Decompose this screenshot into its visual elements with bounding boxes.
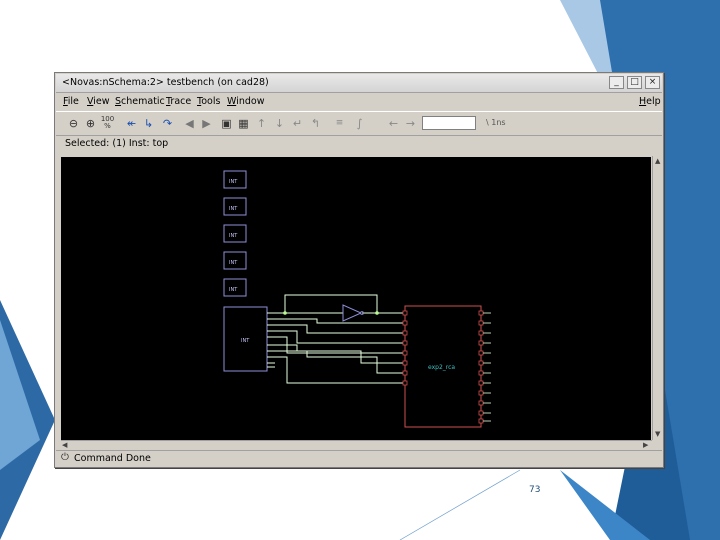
wire-junction bbox=[283, 311, 287, 315]
input-instance[interactable]: INT bbox=[223, 278, 247, 297]
scroll-left-icon[interactable]: ◀ bbox=[62, 441, 67, 449]
zoom-fit-icon[interactable]: 100 % bbox=[100, 116, 115, 131]
dut-label: exp2_rca bbox=[428, 364, 455, 371]
menu-bar: File View Schematic Trace Tools Window H… bbox=[56, 93, 662, 110]
input-instance[interactable]: INT bbox=[223, 197, 247, 216]
forward-icon[interactable]: ▶ bbox=[199, 116, 214, 131]
input-instance[interactable]: INT bbox=[223, 224, 247, 243]
stimulus-label: INT bbox=[241, 338, 250, 344]
time-unit-label: \ 1ns bbox=[486, 118, 506, 127]
arrow-up-icon[interactable]: ↑ bbox=[254, 116, 269, 131]
instance-label: INT bbox=[229, 233, 238, 239]
slide-accent-line bbox=[399, 469, 521, 540]
window-title: <Novas:nSchema:2> testbench (on cad28) bbox=[62, 77, 269, 88]
input-instance[interactable]: INT bbox=[223, 251, 247, 270]
search-next-icon[interactable]: → bbox=[403, 116, 418, 131]
status-bar: ⏻ Command Done bbox=[56, 450, 662, 467]
page-number: 73 bbox=[529, 485, 541, 495]
trace-load-icon[interactable]: ↳ bbox=[141, 116, 156, 131]
hierarchy-down-icon[interactable]: ↵ bbox=[290, 116, 305, 131]
bus-icon[interactable]: ≡ bbox=[332, 116, 347, 131]
selection-text: Selected: (1) Inst: top bbox=[65, 138, 169, 149]
instance-label: INT bbox=[229, 287, 238, 293]
status-text: Command Done bbox=[74, 453, 151, 464]
close-button[interactable]: × bbox=[645, 76, 660, 89]
back-icon[interactable]: ◀ bbox=[182, 116, 197, 131]
zoom-in-icon[interactable]: ⊕ bbox=[83, 116, 98, 131]
scroll-up-icon[interactable]: ▲ bbox=[655, 157, 660, 165]
selection-bar: Selected: (1) Inst: top bbox=[56, 135, 662, 155]
wires bbox=[267, 294, 405, 384]
nschema-window: <Novas:nSchema:2> testbench (on cad28) _… bbox=[54, 72, 664, 468]
menu-schematic[interactable]: Schematic bbox=[115, 96, 165, 107]
schematic-canvas[interactable]: INT INT INT INT INT INT exp2_rca bbox=[61, 157, 651, 440]
stimulus-instance[interactable]: INT bbox=[223, 306, 268, 372]
wire-junction bbox=[375, 311, 379, 315]
search-prev-icon[interactable]: ← bbox=[386, 116, 401, 131]
input-instance[interactable]: INT bbox=[223, 170, 247, 189]
hierarchy-up-icon[interactable]: ↰ bbox=[308, 116, 323, 131]
toolbar: ⊖ ⊕ 100 % ↞ ↳ ↷ ◀ ▶ ▣ ▦ ↑ ↓ ↵ ↰ ≡ ∫ ← → … bbox=[56, 111, 662, 136]
minimize-button[interactable]: _ bbox=[609, 76, 624, 89]
menu-tools[interactable]: Tools bbox=[197, 96, 220, 107]
trace-driver-icon[interactable]: ↞ bbox=[124, 116, 139, 131]
scroll-down-icon[interactable]: ▼ bbox=[655, 430, 660, 438]
trace-connectivity-icon[interactable]: ↷ bbox=[160, 116, 175, 131]
search-input[interactable] bbox=[422, 116, 476, 130]
push-down-icon[interactable]: ▣ bbox=[219, 116, 234, 131]
zoom-out-icon[interactable]: ⊖ bbox=[66, 116, 81, 131]
horizontal-scrollbar[interactable]: ◀ ▶ bbox=[61, 440, 652, 450]
menu-trace[interactable]: Trace bbox=[166, 96, 191, 107]
maximize-button[interactable]: □ bbox=[627, 76, 642, 89]
instance-label: INT bbox=[229, 260, 238, 266]
vertical-scrollbar[interactable]: ▲ ▼ bbox=[652, 156, 663, 440]
menu-help[interactable]: Help bbox=[639, 96, 661, 107]
scroll-right-icon[interactable]: ▶ bbox=[643, 441, 648, 449]
menu-window[interactable]: Window bbox=[227, 96, 264, 107]
instance-label: INT bbox=[229, 206, 238, 212]
schematic-drawing: INT INT INT INT INT INT exp2_rca bbox=[223, 170, 491, 428]
arrow-down-icon[interactable]: ↓ bbox=[272, 116, 287, 131]
buffer-instance[interactable] bbox=[342, 304, 364, 322]
pop-up-icon[interactable]: ▦ bbox=[236, 116, 251, 131]
power-icon[interactable]: ⏻ bbox=[61, 452, 69, 463]
waveform-icon[interactable]: ∫ bbox=[352, 116, 367, 131]
dut-instance[interactable]: exp2_rca bbox=[402, 305, 491, 428]
menu-file[interactable]: File bbox=[63, 96, 79, 107]
instance-label: INT bbox=[229, 179, 238, 185]
title-bar: <Novas:nSchema:2> testbench (on cad28) _… bbox=[56, 74, 662, 93]
menu-view[interactable]: View bbox=[87, 96, 110, 107]
